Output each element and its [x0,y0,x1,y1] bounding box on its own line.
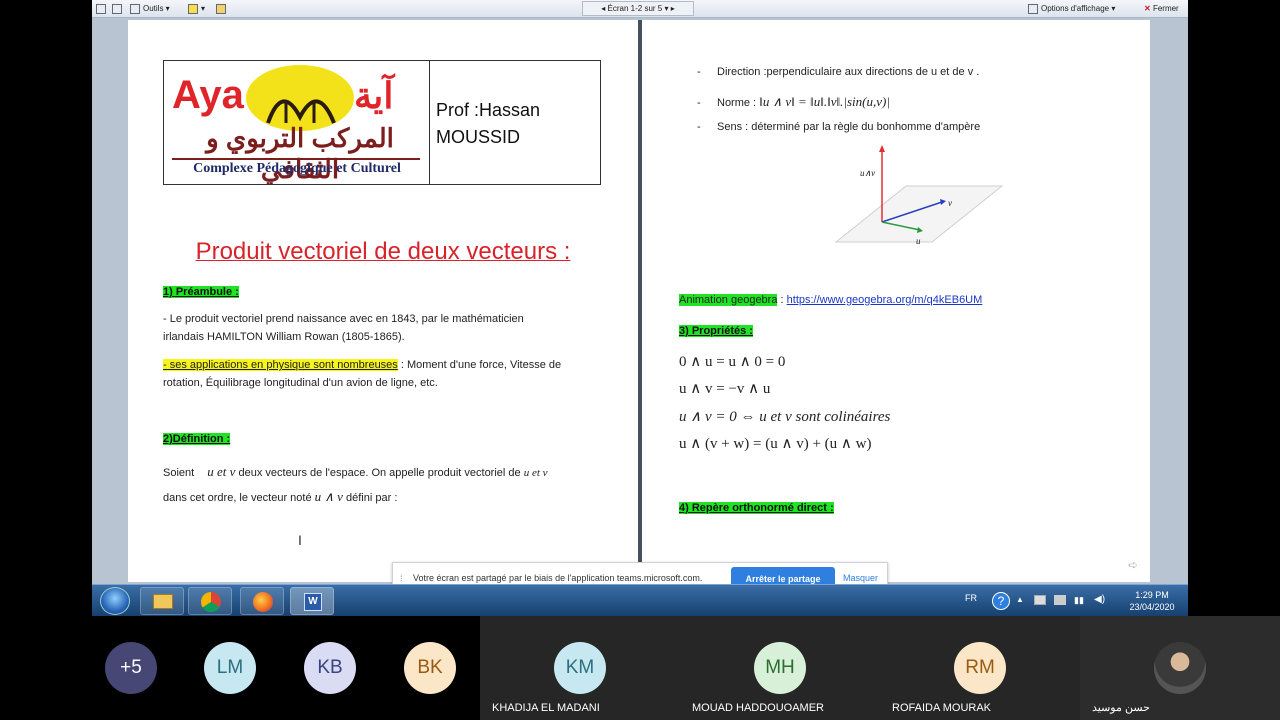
more-participants-badge[interactable]: +5 [105,642,157,694]
document-page-right: - Direction :perpendiculaire aux directio… [642,20,1150,582]
paragraph-applications: - ses applications en physique sont nomb… [163,359,562,389]
property-4: u ∧ (v + w) = (u ∧ v) + (u ∧ w) [679,436,872,452]
volume-icon[interactable]: ◀) [1094,594,1105,605]
tools-icon [130,3,140,14]
logo-aya-text: Aya [172,73,244,117]
network-icon[interactable]: ▮▮ [1074,595,1084,606]
uv-label: u∧v [860,168,875,178]
plane-shape [834,185,1004,243]
property-3: u ∧ v = 0 ⇔ u et v sont colinéaires [679,409,891,425]
section-proprietes: 3) Propriétés : [679,325,753,337]
animation-line: Animation geogebra : https://www.geogebr… [679,294,983,306]
view-options-button[interactable]: Options d'affichage ▾ [1028,3,1115,15]
participant-avatar-lm[interactable]: LM [204,642,256,694]
bullet-direction: - Direction :perpendiculaire aux directio… [697,66,980,78]
comment-icon[interactable] [216,3,229,15]
windows-taskbar: W FR ? ▲ ▮▮ ◀) 1:29 PM 23/04/2020 [92,584,1188,616]
action-center-icon[interactable] [1034,595,1046,605]
document-title: Produit vectoriel de deux vecteurs : [195,238,571,265]
paragraph-definition: Soient u et v deux vecteurs de l'espace.… [163,464,548,504]
participant-avatar-kb[interactable]: KB [304,642,356,694]
drag-handle-icon[interactable]: ⁞ [400,573,403,583]
author-line-2: MOUSSID [436,127,521,147]
firefox-taskbar-button[interactable] [240,587,284,615]
print-icon[interactable] [112,3,125,15]
property-2: u ∧ v = −v ∧ u [679,381,771,397]
logo-french-subtitle: Complexe Pédagogique et Culturel [193,161,401,176]
document-page-left: Aya آية المركب التربوي و الثقافي Complex… [128,20,638,582]
header-table: Aya آية المركب التربوي و الثقافي Complex… [163,60,601,185]
help-icon[interactable]: ? [992,592,1010,610]
cross-product-figure: u∧v v u [834,145,1004,246]
participant-tile-rm[interactable]: RM ROFAIDA MOURAK [880,616,1080,720]
logo-arabic-title: آية [354,75,394,116]
author-cell: Prof :Hassan MOUSSID [436,97,540,151]
hide-notice-button[interactable]: Masquer [843,573,878,583]
participant-tile-km[interactable]: KM KHADIJA EL MADANI [480,616,680,720]
participants-strip: +5 LM KB BK KM KHADIJA EL MADANI MH MOUA… [0,616,1280,720]
logo: Aya آية المركب التربوي و الثقافي Complex… [164,61,430,184]
participant-name: KHADIJA EL MADANI [492,702,600,714]
close-reading-button[interactable]: ✕ Fermer [1144,3,1179,15]
word-icon: W [304,593,322,611]
word-taskbar-button[interactable]: W [290,587,334,615]
reading-area: Aya آية المركب التربوي و الثقافي Complex… [92,18,1188,594]
text-cursor-icon: I [298,532,302,548]
logo-divider [172,158,420,160]
author-line-1: Prof :Hassan [436,100,541,120]
taskbar-clock[interactable]: 1:29 PM 23/04/2020 [1122,589,1182,613]
teams-meeting-window: Outils ▾ ▾ ◂ Écran 1-2 sur 5 ▾ ▸ Options… [0,0,1280,720]
participant-avatar-bk[interactable]: BK [404,642,456,694]
save-icon[interactable] [96,3,109,15]
close-icon: ✕ [1144,4,1151,13]
next-page-arrow-icon[interactable]: ➪ [1128,558,1138,572]
firefox-icon [253,592,273,612]
participant-photo-avatar [1154,642,1206,694]
chrome-icon [201,592,221,612]
explorer-taskbar-button[interactable] [140,587,184,615]
uv-arrowhead [879,145,885,152]
section-repere: 4) Repère orthonormé direct : [679,502,834,514]
participant-name: MOUAD HADDOUOAMER [692,702,825,714]
participant-name: ROFAIDA MOURAK [892,702,992,714]
geogebra-link[interactable]: https://www.geogebra.org/m/q4kEB6UM [787,294,983,306]
chrome-taskbar-button[interactable] [188,587,232,615]
bullet-norme: - Norme : ‖u ∧ v‖ = ‖u‖.‖v‖.|sin(u,v)| [697,94,890,109]
logo-book-icon [266,99,336,124]
view-options-icon [1028,3,1038,14]
bullet-sens: - Sens : déterminé par la règle du bonhom… [697,121,981,133]
v-label: v [948,198,952,208]
shared-screen: Outils ▾ ▾ ◂ Écran 1-2 sur 5 ▾ ▸ Options… [92,0,1188,616]
participant-avatar: RM [954,642,1006,694]
participant-tile-presenter[interactable]: حسن موسيد [1080,616,1280,720]
paragraph-history: - Le produit vectoriel prend naissance a… [163,313,524,343]
property-1: 0 ∧ u = u ∧ 0 = 0 [679,354,786,370]
participant-name: حسن موسيد [1092,702,1150,714]
participant-tile-mh[interactable]: MH MOUAD HADDOUOAMER [680,616,880,720]
start-button[interactable] [100,587,130,615]
tray-expand-icon[interactable]: ▲ [1016,595,1024,604]
participant-avatar: MH [754,642,806,694]
folder-icon [153,594,173,609]
section-preambule: 1) Préambule : [163,286,239,298]
u-label: u [916,236,921,246]
tray-app-icon[interactable] [1054,595,1066,605]
word-reading-toolbar: Outils ▾ ▾ ◂ Écran 1-2 sur 5 ▾ ▸ Options… [92,0,1188,18]
tools-menu[interactable]: Outils ▾ [130,3,170,15]
language-indicator[interactable]: FR [965,593,977,603]
participant-avatar: KM [554,642,606,694]
highlight-icon[interactable]: ▾ [188,3,205,15]
page-navigator[interactable]: ◂ Écran 1-2 sur 5 ▾ ▸ [582,1,694,16]
section-definition: 2)Définition : [163,433,231,445]
